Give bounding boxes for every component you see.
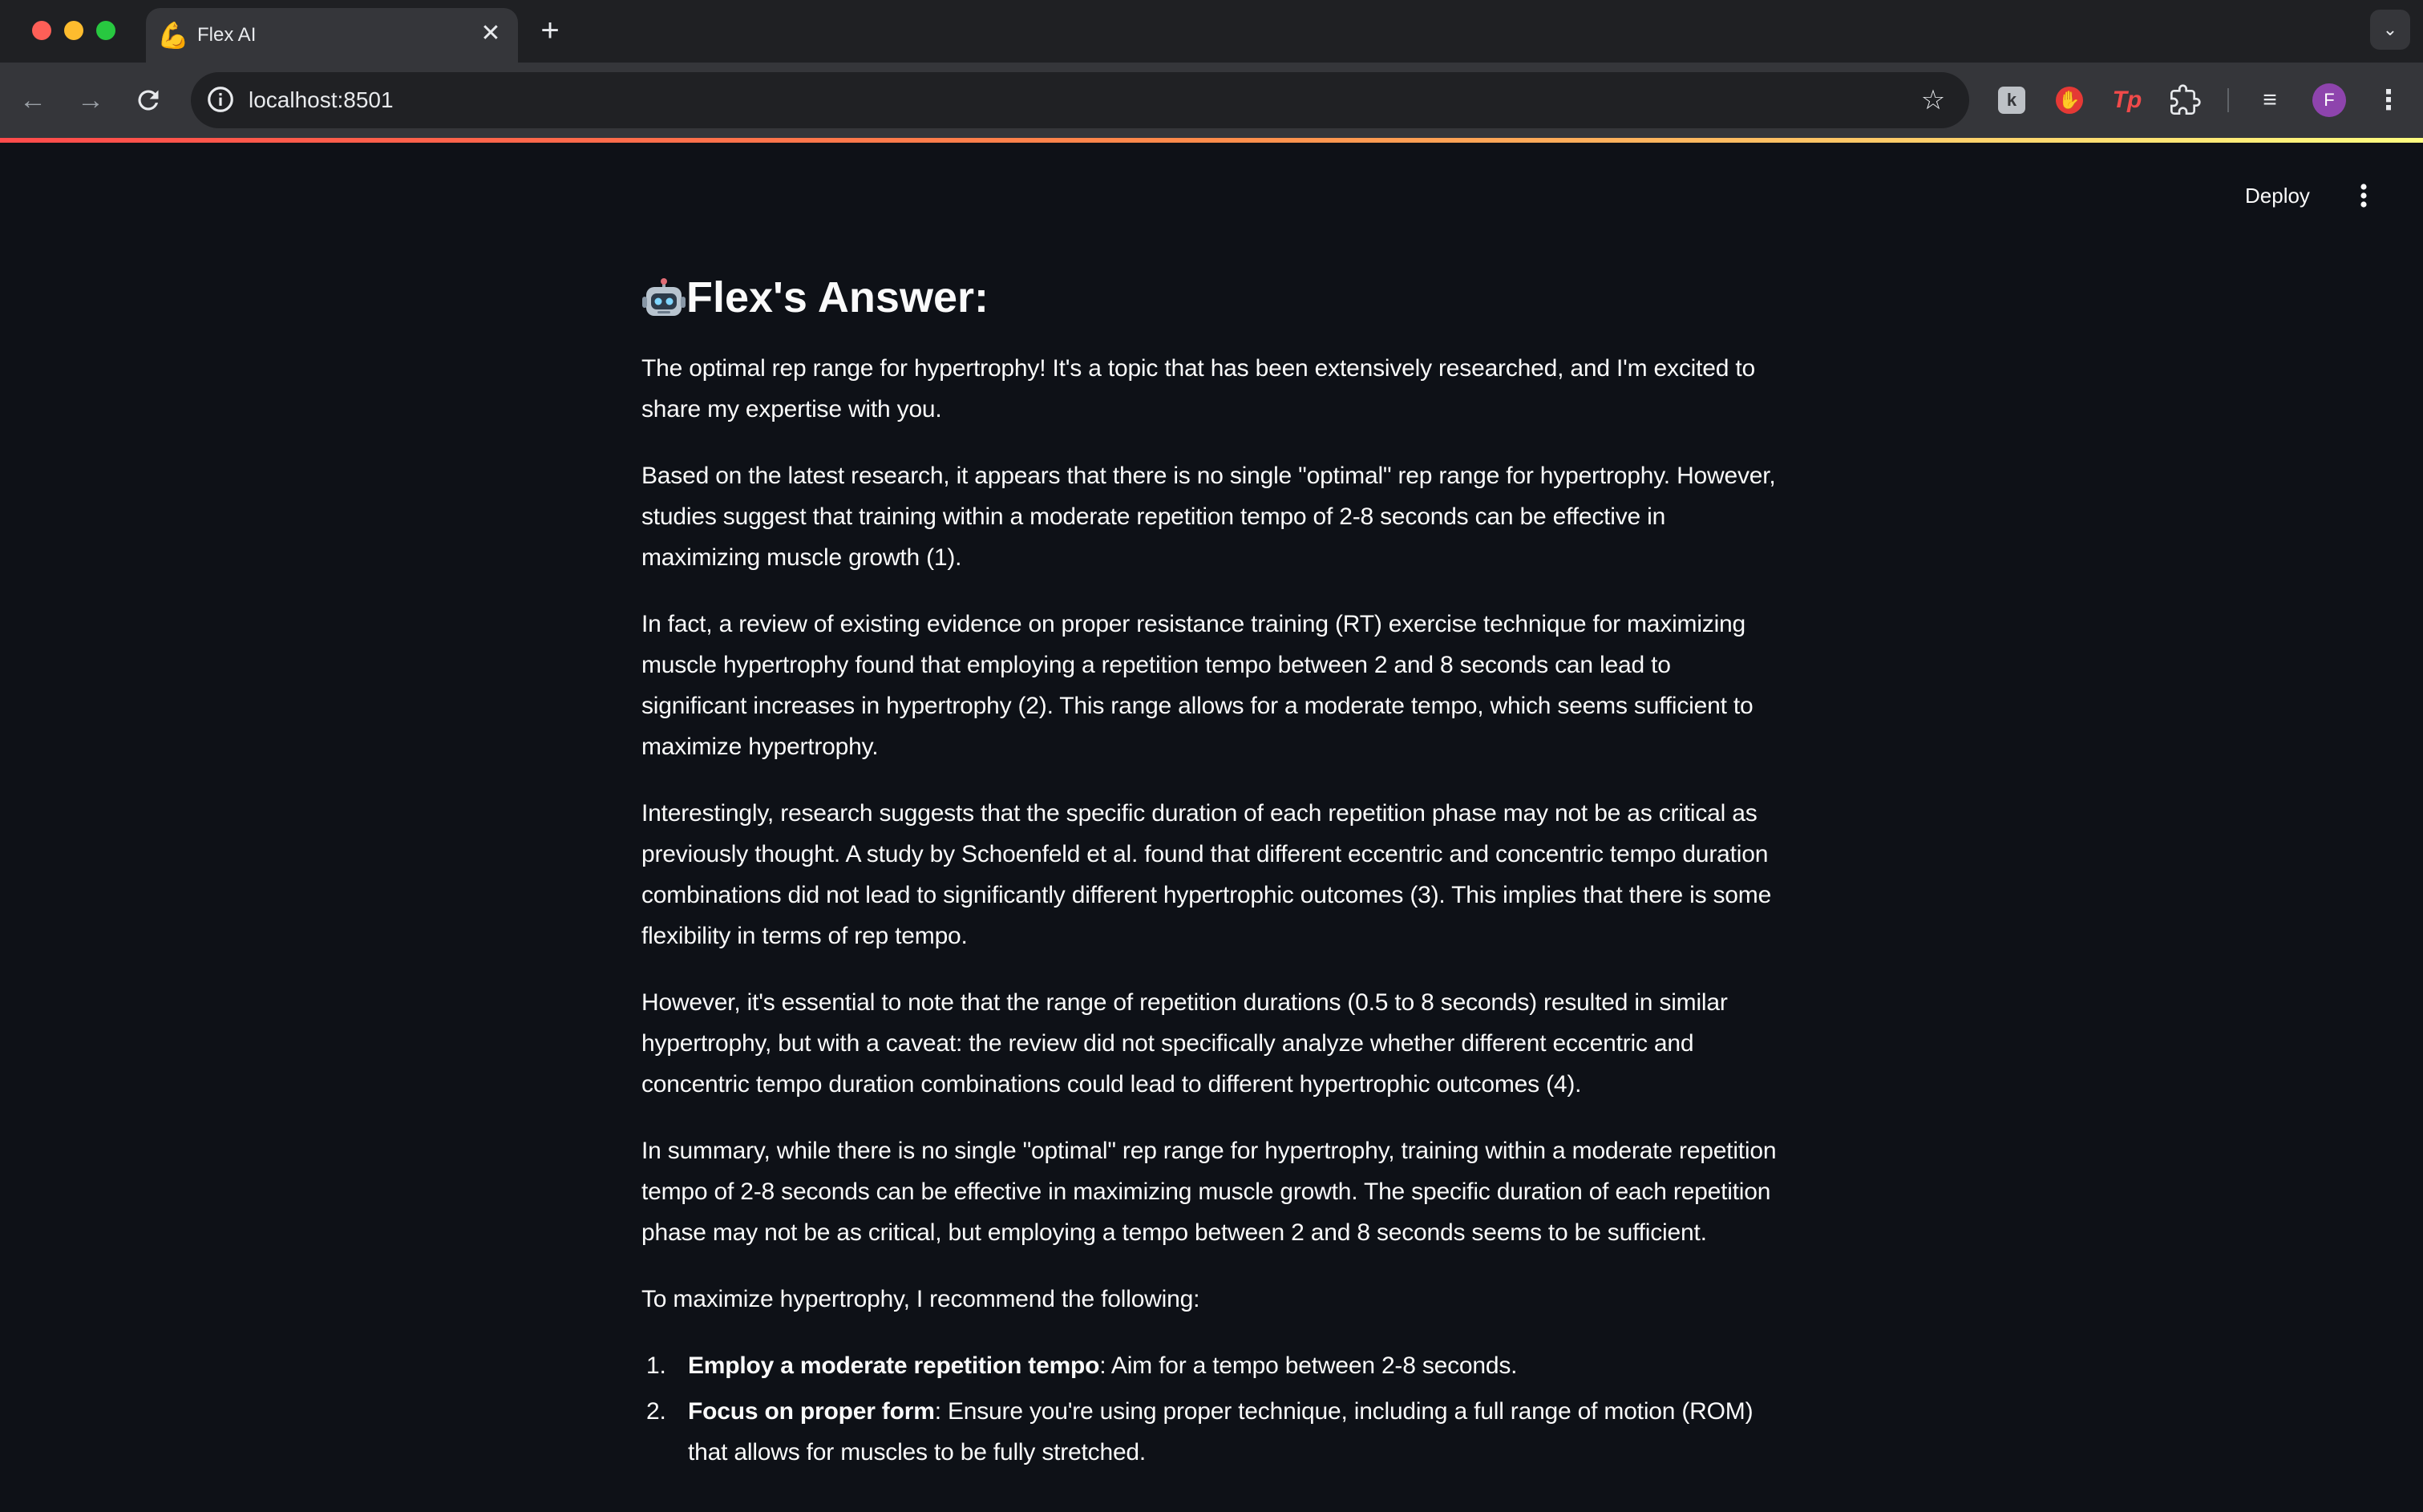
deploy-button[interactable]: Deploy bbox=[2234, 175, 2321, 216]
flexed-biceps-icon: 💪 bbox=[157, 21, 189, 50]
bookmark-star-icon[interactable]: ☆ bbox=[1916, 83, 1950, 117]
extension-tp-icon[interactable]: Tp bbox=[2109, 82, 2146, 119]
chrome-menu-icon[interactable]: ⋮ bbox=[2370, 82, 2407, 119]
address-bar[interactable]: localhost:8501 ☆ bbox=[191, 72, 1969, 128]
browser-window: 💪 Flex AI ✕ + ⌄ ← → localhost:8501 ☆ k ✋… bbox=[0, 0, 2423, 1512]
site-info-icon[interactable] bbox=[205, 84, 236, 115]
list-item: 2. Focus on proper form: Ensure you're us… bbox=[641, 1391, 1780, 1473]
answer-heading: Flex's Answer: bbox=[641, 265, 1780, 330]
reload-glyph bbox=[138, 90, 159, 111]
robot-glyph bbox=[642, 278, 686, 316]
answer-title: Flex's Answer: bbox=[686, 273, 989, 321]
extensions-puzzle-icon[interactable] bbox=[2166, 82, 2203, 119]
info-glyph bbox=[208, 87, 233, 112]
answer-paragraph: To maximize hypertrophy, I recommend the… bbox=[641, 1286, 1200, 1312]
forward-arrow-icon[interactable]: → bbox=[71, 80, 111, 120]
streamlit-decoration-bar bbox=[0, 138, 2423, 143]
list-item-text: : Aim for a tempo between 2-8 seconds. bbox=[1099, 1352, 1518, 1379]
media-controls-icon[interactable]: ≡ bbox=[2251, 82, 2288, 119]
answer-paragraph: Based on the latest research, it appears… bbox=[641, 463, 1776, 571]
url-text[interactable]: localhost:8501 bbox=[249, 85, 394, 115]
reload-icon[interactable] bbox=[128, 80, 168, 120]
main-content: Flex's Answer: The optimal rep range for… bbox=[641, 265, 1780, 1478]
toolbar-separator bbox=[2227, 88, 2229, 112]
minimize-window-button[interactable] bbox=[64, 21, 83, 40]
list-item-heading: Focus on proper form bbox=[688, 1398, 935, 1425]
answer-paragraph: The optimal rep range for hypertrophy! I… bbox=[641, 355, 1755, 422]
maximize-window-button[interactable] bbox=[96, 21, 115, 40]
tab-search-icon[interactable]: ⌄ bbox=[2370, 10, 2410, 50]
back-arrow-icon[interactable]: ← bbox=[13, 80, 53, 120]
app-main-menu-icon[interactable] bbox=[2343, 175, 2385, 216]
list-item-number: 1. bbox=[646, 1352, 666, 1379]
tab-title: Flex AI bbox=[197, 24, 257, 46]
answer-paragraph: In summary, while there is no single "op… bbox=[641, 1138, 1777, 1246]
new-tab-button[interactable]: + bbox=[532, 13, 568, 48]
puzzle-glyph bbox=[2170, 84, 2201, 115]
answer-paragraph: Interestingly, research suggests that th… bbox=[641, 800, 1772, 949]
robot-icon bbox=[641, 275, 686, 320]
recommendation-list: 1. Employ a moderate repetition tempo: Ai… bbox=[641, 1345, 1780, 1473]
answer-paragraph: In fact, a review of existing evidence o… bbox=[641, 611, 1754, 760]
answer-paragraph: However, it's essential to note that the… bbox=[641, 989, 1728, 1098]
list-item-heading: Employ a moderate repetition tempo bbox=[688, 1352, 1100, 1379]
tab-flex-ai[interactable]: 💪 Flex AI ✕ bbox=[146, 8, 518, 63]
list-item-number: 2. bbox=[646, 1398, 666, 1425]
profile-avatar[interactable]: F bbox=[2312, 83, 2346, 117]
browser-toolbar: ← → localhost:8501 ☆ k ✋ Tp ≡ F ⋮ bbox=[0, 63, 2423, 138]
extension-hand-icon[interactable]: ✋ bbox=[2051, 82, 2088, 119]
extension-k-icon[interactable]: k bbox=[1993, 82, 2030, 119]
vertical-dots-glyph bbox=[2360, 184, 2367, 208]
tab-strip: 💪 Flex AI ✕ + ⌄ bbox=[0, 0, 2423, 63]
close-tab-icon[interactable]: ✕ bbox=[475, 18, 507, 50]
close-window-button[interactable] bbox=[32, 21, 51, 40]
list-item: 1. Employ a moderate repetition tempo: Ai… bbox=[641, 1345, 1780, 1386]
